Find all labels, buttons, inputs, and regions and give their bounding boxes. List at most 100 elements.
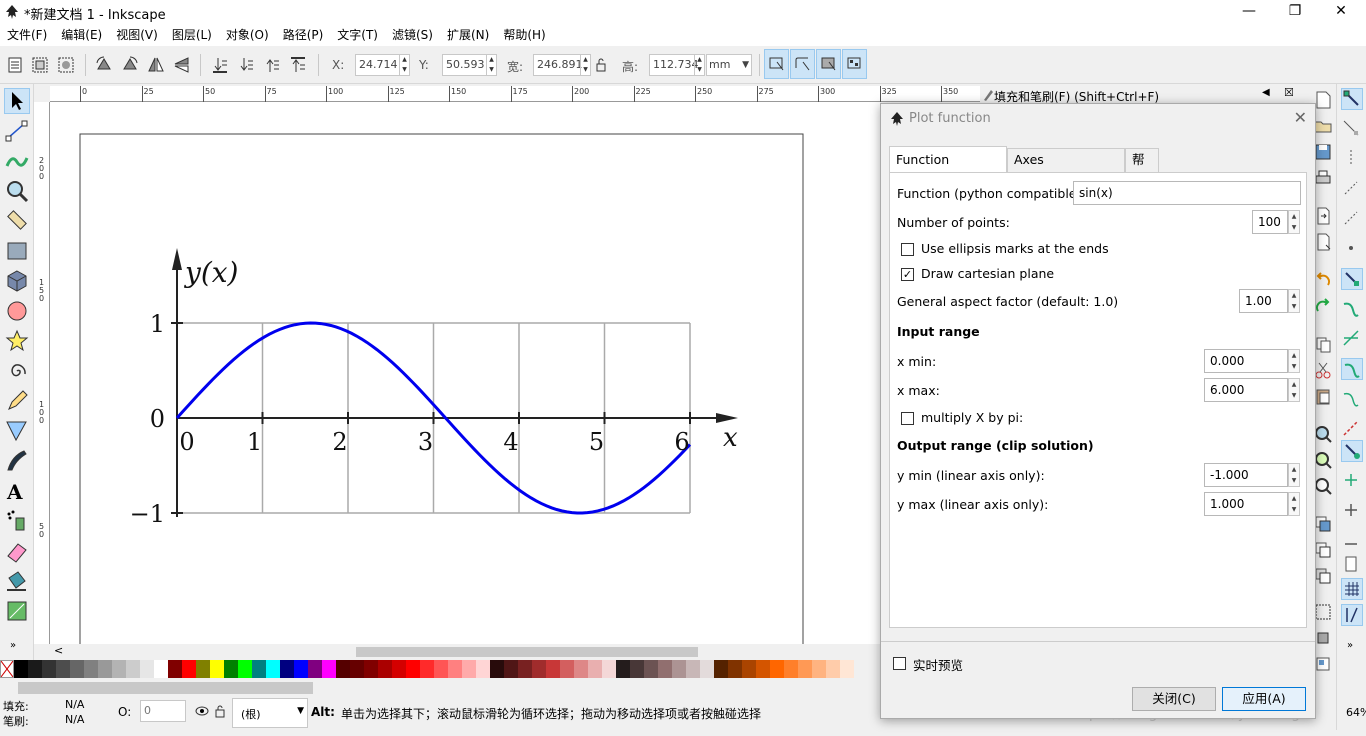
- color-swatch[interactable]: [294, 660, 308, 678]
- apply-button[interactable]: 应用(A): [1222, 687, 1306, 711]
- lock-ratio-icon[interactable]: [594, 57, 608, 73]
- color-swatch[interactable]: [182, 660, 196, 678]
- color-swatch[interactable]: [490, 660, 504, 678]
- transform-gradients-toggle[interactable]: [816, 49, 841, 79]
- snap-bbox-toggle[interactable]: [1341, 118, 1363, 140]
- measure-tool[interactable]: [4, 208, 30, 234]
- close-window-button[interactable]: ✕: [1318, 0, 1364, 24]
- text-tool[interactable]: A: [4, 478, 30, 504]
- color-swatch[interactable]: [14, 660, 28, 678]
- eraser-tool[interactable]: [4, 538, 30, 564]
- color-swatch[interactable]: [588, 660, 602, 678]
- zoom-drawing-icon[interactable]: [1313, 450, 1333, 470]
- dock-close-icon[interactable]: ☒: [1284, 86, 1294, 99]
- more-tools-icon[interactable]: »: [10, 640, 16, 651]
- snap-bbox-corner-toggle[interactable]: [1341, 178, 1363, 200]
- color-swatch[interactable]: [168, 660, 182, 678]
- rectangle-tool[interactable]: [4, 238, 30, 264]
- color-swatch[interactable]: [602, 660, 616, 678]
- snap-bbox-mid-toggle[interactable]: [1341, 208, 1363, 230]
- color-swatch[interactable]: [28, 660, 42, 678]
- color-swatch[interactable]: [238, 660, 252, 678]
- color-swatch[interactable]: [420, 660, 434, 678]
- snap-others-toggle[interactable]: [1341, 440, 1363, 462]
- width-spinner[interactable]: ▲ ▼: [580, 55, 590, 75]
- color-swatch[interactable]: [784, 660, 798, 678]
- menu-layer[interactable]: 图层(L): [165, 24, 219, 46]
- rotate-cw-icon[interactable]: [120, 55, 140, 75]
- color-swatch[interactable]: [140, 660, 154, 678]
- color-swatch[interactable]: [672, 660, 686, 678]
- x-input[interactable]: 24.714 ▲ ▼: [355, 54, 410, 76]
- new-document-icon[interactable]: [1313, 90, 1333, 110]
- unlink-clone-icon[interactable]: [1313, 566, 1333, 586]
- snap-cusp-toggle[interactable]: [1341, 358, 1363, 380]
- color-swatch[interactable]: [406, 660, 420, 678]
- unit-select[interactable]: mm ▼: [706, 54, 752, 76]
- select-all-layers-icon[interactable]: [30, 55, 50, 75]
- live-preview-checkbox[interactable]: [893, 657, 906, 670]
- color-swatch[interactable]: [98, 660, 112, 678]
- snap-page-border-toggle[interactable]: [1341, 554, 1363, 576]
- color-swatch[interactable]: [770, 660, 784, 678]
- ymax-input[interactable]: 1.000 ▲ ▼: [1204, 492, 1300, 516]
- tab-function-definition[interactable]: Function definition: [889, 146, 1007, 193]
- no-paint-swatch[interactable]: [0, 660, 14, 678]
- color-swatch[interactable]: [392, 660, 406, 678]
- cut-icon[interactable]: [1313, 360, 1333, 380]
- snap-intersection-toggle[interactable]: [1341, 328, 1363, 350]
- open-folder-icon[interactable]: [1313, 116, 1333, 136]
- spray-tool[interactable]: [4, 508, 30, 534]
- menu-help[interactable]: 帮助(H): [496, 24, 552, 46]
- opacity-input[interactable]: 0: [140, 700, 186, 722]
- color-swatch[interactable]: [504, 660, 518, 678]
- menu-text[interactable]: 文字(T): [330, 24, 385, 46]
- color-swatch[interactable]: [448, 660, 462, 678]
- selector-tool[interactable]: [4, 88, 30, 114]
- menu-view[interactable]: 视图(V): [109, 24, 165, 46]
- import-icon[interactable]: [1313, 206, 1333, 226]
- color-swatch[interactable]: [518, 660, 532, 678]
- copy-icon[interactable]: [1313, 334, 1333, 354]
- aspect-spinner[interactable]: ▲ ▼: [1288, 289, 1300, 313]
- ymin-input[interactable]: -1.000 ▲ ▼: [1204, 463, 1300, 487]
- export-icon[interactable]: [1313, 232, 1333, 252]
- color-swatch[interactable]: [546, 660, 560, 678]
- function-input[interactable]: sin(x): [1073, 181, 1301, 205]
- color-swatch[interactable]: [70, 660, 84, 678]
- menu-filters[interactable]: 滤镜(S): [385, 24, 440, 46]
- color-swatch[interactable]: [56, 660, 70, 678]
- flip-horizontal-icon[interactable]: [146, 55, 166, 75]
- color-swatch[interactable]: [364, 660, 378, 678]
- cartesian-checkbox[interactable]: ✓: [901, 268, 914, 281]
- drawing-canvas[interactable]: y(x) x 1 0 −1 0 1 2 3 4 5 6: [50, 102, 880, 644]
- ungroup-icon[interactable]: [1313, 628, 1333, 648]
- color-swatch[interactable]: [224, 660, 238, 678]
- pencil-tool[interactable]: [4, 388, 30, 414]
- color-swatch[interactable]: [686, 660, 700, 678]
- y-spinner[interactable]: ▲ ▼: [486, 55, 496, 75]
- color-swatch[interactable]: [532, 660, 546, 678]
- color-swatch[interactable]: [616, 660, 630, 678]
- horizontal-scrollbar[interactable]: <: [50, 644, 880, 660]
- color-swatch[interactable]: [658, 660, 672, 678]
- undo-icon[interactable]: [1313, 270, 1333, 290]
- save-icon[interactable]: [1313, 142, 1333, 162]
- color-swatch[interactable]: [42, 660, 56, 678]
- color-swatch[interactable]: [840, 660, 854, 678]
- scale-corners-toggle[interactable]: [790, 49, 815, 79]
- color-swatch[interactable]: [196, 660, 210, 678]
- points-spinner[interactable]: ▲ ▼: [1288, 210, 1300, 234]
- xmax-spinner[interactable]: ▲ ▼: [1288, 378, 1300, 402]
- menu-extensions[interactable]: 扩展(N): [440, 24, 496, 46]
- menu-file[interactable]: 文件(F): [0, 24, 54, 46]
- raise-to-top-icon[interactable]: [288, 55, 308, 75]
- snap-guides-toggle[interactable]: [1341, 604, 1363, 626]
- color-swatch[interactable]: [434, 660, 448, 678]
- width-input[interactable]: 246.891 ▲ ▼: [533, 54, 591, 76]
- color-swatch[interactable]: [476, 660, 490, 678]
- height-spinner[interactable]: ▲ ▼: [694, 55, 704, 75]
- color-swatch[interactable]: [812, 660, 826, 678]
- dock-collapse-icon[interactable]: ◀: [1262, 87, 1270, 98]
- zoom-value[interactable]: 64%: [1346, 706, 1366, 719]
